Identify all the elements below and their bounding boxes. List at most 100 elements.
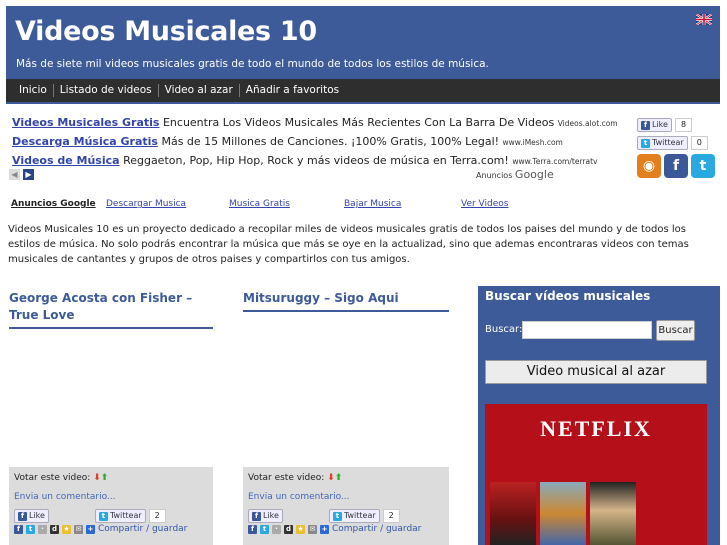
main-nav: Inicio Listado de videos Video al azar A…	[6, 79, 720, 104]
netflix-logo: NETFLIX	[540, 416, 652, 441]
facebook-icon: f	[641, 120, 650, 130]
ad-link[interactable]: Musica Gratis	[229, 199, 344, 209]
sidebar: Buscar vídeos musicales Buscar: Buscar V…	[478, 286, 720, 545]
facebook-like-button[interactable]: f Like	[248, 509, 283, 523]
ad-url[interactable]: www.iMesh.com	[503, 138, 563, 147]
ad-item[interactable]: Descarga Música Gratis Más de 15 Millone…	[12, 133, 612, 152]
search-input[interactable]	[522, 321, 652, 339]
like-label: Like	[29, 511, 45, 520]
facebook-icon[interactable]: f	[248, 524, 257, 534]
social-buttons: f Like 8 t Twittear 0 ◉ f t	[637, 118, 715, 178]
tweet-label: Twittear	[343, 511, 376, 520]
ad-text: Más de 15 Millones de Canciones. ¡100% G…	[161, 135, 500, 148]
facebook-like-button[interactable]: f Like	[14, 509, 49, 523]
vote-up-icon[interactable]: ⬆	[335, 473, 343, 483]
ad-title[interactable]: Videos Musicales Gratis	[12, 116, 159, 129]
chevron-left-icon[interactable]: ◀	[9, 169, 20, 180]
twitter-icon[interactable]: t	[260, 524, 269, 534]
post-actions: Votar este video: ⬇⬆ Envia un comentario…	[243, 467, 449, 545]
facebook-like-button[interactable]: f Like	[637, 118, 672, 132]
star-icon[interactable]: ★	[296, 524, 305, 534]
like-label: Like	[263, 511, 279, 520]
digg-icon[interactable]: d	[50, 524, 59, 534]
movie-poster[interactable]	[540, 482, 586, 545]
rss-icon[interactable]: ◉	[637, 154, 661, 178]
tweet-count: 2	[382, 509, 400, 523]
search-button[interactable]: Buscar	[656, 320, 695, 341]
vote-up-icon[interactable]: ⬆	[101, 473, 109, 483]
tweet-label: Twittear	[652, 138, 684, 147]
site-subtitle: Más de siete mil videos musicales gratis…	[16, 58, 489, 70]
facebook-icon: f	[252, 511, 261, 521]
share-link[interactable]: Compartir / guardar	[98, 524, 187, 534]
tweet-count: 2	[148, 509, 166, 523]
ad-link[interactable]: Ver Videos	[461, 199, 508, 209]
google-logo: Google	[514, 168, 554, 181]
intro-text: Videos Musicales 10 es un proyecto dedic…	[8, 224, 689, 265]
tweet-button[interactable]: t Twittear	[94, 509, 146, 523]
nav-item-favoritos[interactable]: Añadir a favoritos	[240, 84, 345, 97]
tweet-count: 0	[690, 136, 708, 150]
post-card: Mitsuruggy – Sigo Aqui	[243, 290, 449, 312]
ad-links-label[interactable]: Anuncios Google	[11, 199, 106, 209]
twitter-icon: t	[332, 511, 342, 521]
ad-item[interactable]: Videos Musicales Gratis Encuentra Los Vi…	[12, 114, 618, 133]
nav-item-inicio[interactable]: Inicio	[13, 84, 54, 97]
ad-text: Reggaeton, Pop, Hip Hop, Rock y más vide…	[123, 154, 509, 167]
comment-link[interactable]: Envia un comentario...	[14, 492, 116, 502]
like-label: Like	[652, 120, 668, 129]
ad-link[interactable]: Bajar Musica	[344, 199, 461, 209]
comment-link[interactable]: Envia un comentario...	[248, 492, 350, 502]
google-ads-block: Videos Musicales Gratis Encuentra Los Vi…	[12, 114, 618, 171]
vote-down-icon[interactable]: ⬇	[327, 473, 335, 483]
site-title[interactable]: Videos Musicales 10	[15, 16, 317, 47]
twitter-icon: t	[641, 138, 650, 148]
facebook-icon[interactable]: f	[14, 524, 23, 534]
ad-pager: ◀ ▶	[9, 169, 34, 180]
delicious-icon[interactable]: ·	[272, 524, 281, 534]
post-title[interactable]: George Acosta con Fisher – True Love	[9, 290, 213, 329]
nav-item-listado[interactable]: Listado de videos	[54, 84, 159, 97]
delicious-icon[interactable]: ·	[38, 524, 47, 534]
vote-down-icon[interactable]: ⬇	[93, 473, 101, 483]
facebook-icon[interactable]: f	[664, 154, 688, 178]
ad-title[interactable]: Videos de Música	[12, 154, 120, 167]
tweet-button[interactable]: t Twittear	[637, 136, 688, 150]
star-icon[interactable]: ★	[62, 524, 71, 534]
post-title[interactable]: Mitsuruggy – Sigo Aqui	[243, 290, 449, 312]
vote-row: Votar este video: ⬇⬆	[14, 473, 108, 483]
netflix-ad-banner[interactable]: NETFLIX	[485, 404, 707, 545]
random-video-button[interactable]: Video musical al azar	[485, 360, 707, 384]
nav-item-video-azar[interactable]: Video al azar	[159, 84, 240, 97]
ad-links-row: Anuncios Google Descargar Musica Musica …	[11, 199, 508, 209]
twitter-icon[interactable]: t	[26, 524, 35, 534]
vote-row: Votar este video: ⬇⬆	[248, 473, 342, 483]
vote-label: Votar este video:	[14, 473, 91, 483]
ad-title[interactable]: Descarga Música Gratis	[12, 135, 158, 148]
email-icon[interactable]: ✉	[74, 524, 83, 534]
add-icon[interactable]: +	[320, 524, 329, 534]
movie-poster[interactable]	[590, 482, 636, 545]
tweet-label: Twittear	[109, 511, 142, 520]
twitter-icon[interactable]: t	[691, 154, 715, 178]
tweet-button[interactable]: t Twittear	[328, 509, 380, 523]
vote-label: Votar este video:	[248, 473, 325, 483]
ad-link[interactable]: Descargar Musica	[106, 199, 229, 209]
ads-by-google[interactable]: Anuncios Google	[476, 168, 554, 181]
uk-flag-icon[interactable]	[696, 14, 712, 25]
movie-poster[interactable]	[490, 482, 536, 545]
email-icon[interactable]: ✉	[308, 524, 317, 534]
ad-url[interactable]: Videos.alot.com	[558, 119, 618, 128]
chevron-right-icon[interactable]: ▶	[23, 169, 34, 180]
facebook-icon: f	[18, 511, 27, 521]
site-header: Videos Musicales 10 Más de siete mil vid…	[6, 6, 720, 79]
add-icon[interactable]: +	[86, 524, 95, 534]
sidebar-title: Buscar vídeos musicales	[485, 289, 651, 303]
post-actions: Votar este video: ⬇⬆ Envia un comentario…	[9, 467, 213, 545]
digg-icon[interactable]: d	[284, 524, 293, 534]
ad-url[interactable]: www.Terra.com/terratv	[512, 157, 597, 166]
ad-text: Encuentra Los Videos Musicales Más Recie…	[162, 116, 555, 129]
search-label: Buscar:	[485, 324, 523, 335]
share-link[interactable]: Compartir / guardar	[332, 524, 421, 534]
post-card: George Acosta con Fisher – True Love	[9, 290, 213, 329]
